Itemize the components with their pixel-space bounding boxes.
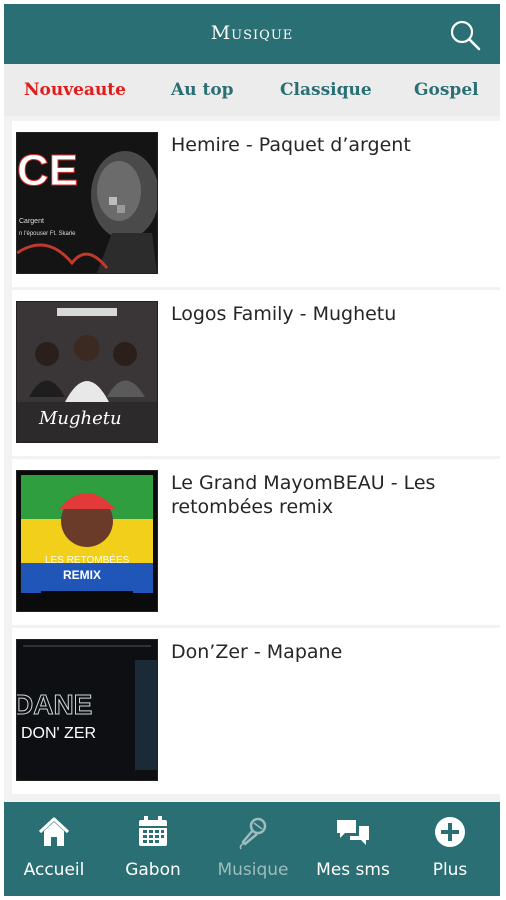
tab-au-top[interactable]: Au top [171,80,234,100]
tab-gospel[interactable]: Gospel [414,80,479,100]
list-item[interactable]: LES RETOMBÉES REMIX Le Grand MayomBEAU -… [12,459,500,625]
song-title: Le Grand MayomBEAU - Les retombées remix [171,472,436,518]
nav-label: Gabon [125,860,181,880]
cover-title: REMIX [63,568,101,582]
cover-line: Cargent [19,218,44,225]
song-title: Hemire - Paquet d’argent [171,134,411,156]
tab-classique[interactable]: Classique [280,80,372,100]
top-app-bar: Musique [4,4,500,64]
album-cover-art: DANE DON' ZER [17,640,157,780]
cover-line: LES RETOMBÉES [45,553,130,566]
search-icon [450,20,481,51]
list-item[interactable]: CE Cargent n l'épouser Ft. Skarie Hemire… [12,121,500,287]
nav-musique[interactable]: Musique [203,802,303,896]
microphone-icon [239,817,267,850]
nav-label: Musique [217,860,289,880]
app-screen: Musique Nouveaute Au top Classique Gospe… [4,4,500,896]
calendar-icon [139,816,167,846]
nav-label: Accueil [23,860,85,880]
album-cover: LES RETOMBÉES REMIX [16,470,158,612]
cover-title: DANE [17,689,92,720]
album-cover: Mughetu [16,301,158,443]
album-cover-art: LES RETOMBÉES REMIX [17,471,157,611]
tab-nouveaute[interactable]: Nouveaute [24,80,126,100]
list-item[interactable]: Mughetu Logos Family - Mughetu [12,290,500,456]
cover-line: n l'épouser Ft. Skarie [19,231,76,237]
cover-title: Mughetu [38,408,122,429]
search-button[interactable] [448,18,482,52]
nav-plus[interactable]: Plus [400,802,500,896]
nav-label: Plus [432,860,468,880]
cover-title: CE [17,146,78,195]
plus-circle-icon [435,817,465,847]
album-cover-art: Mughetu [17,302,157,442]
category-tabs: Nouveaute Au top Classique Gospel [4,64,500,116]
page-title: Musique [210,22,294,44]
cover-line: DON' ZER [21,725,96,742]
album-cover-art: CE Cargent n l'épouser Ft. Skarie [17,133,157,273]
bottom-navigation: Accueil Gabon Musique Mes sms Plus [4,802,500,896]
home-icon [38,817,70,846]
album-cover: CE Cargent n l'épouser Ft. Skarie [16,132,158,274]
nav-label: Mes sms [316,860,390,880]
song-title: Don’Zer - Mapane [171,641,343,663]
nav-gabon[interactable]: Gabon [103,802,203,896]
album-cover: DANE DON' ZER [16,639,158,781]
nav-mes-sms[interactable]: Mes sms [303,802,403,896]
nav-accueil[interactable]: Accueil [4,802,104,896]
chat-icon [337,820,369,845]
list-item[interactable]: DANE DON' ZER Don’Zer - Mapane [12,628,500,794]
song-title: Logos Family - Mughetu [171,303,397,325]
